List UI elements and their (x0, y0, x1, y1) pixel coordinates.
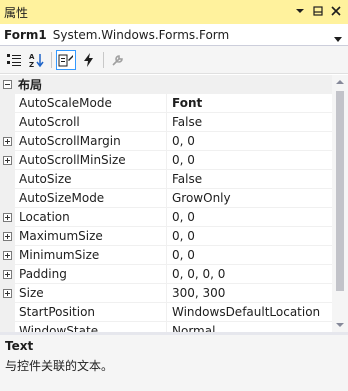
property-value[interactable]: 0, 0 (167, 227, 332, 246)
property-value[interactable]: 0, 0 (167, 208, 332, 227)
collapse-icon[interactable] (3, 80, 12, 89)
property-value[interactable]: False (167, 113, 332, 132)
property-name: WindowState (15, 322, 166, 332)
property-name: AutoScaleMode (15, 94, 166, 113)
expand-icon[interactable] (3, 156, 12, 165)
svg-text:Z: Z (29, 61, 34, 68)
categorized-icon[interactable] (4, 50, 24, 70)
property-row[interactable]: Padding 0, 0, 0, 0 (0, 265, 332, 284)
property-name: AutoScroll (15, 113, 166, 132)
property-name: AutoScrollMargin (15, 132, 166, 151)
scroll-down-icon[interactable] (336, 323, 344, 327)
description-text: 与控件关联的文本。 (5, 359, 114, 373)
property-pages-icon[interactable] (108, 50, 128, 70)
scroll-up-icon[interactable] (336, 80, 344, 84)
property-toolbar: A Z (0, 46, 348, 74)
property-value[interactable]: 0, 0 (167, 246, 332, 265)
property-name: AutoSizeMode (15, 189, 166, 208)
panel-title: 属性 (4, 5, 29, 20)
close-icon[interactable] (328, 3, 344, 19)
expand-icon[interactable] (3, 270, 12, 279)
property-value[interactable]: 0, 0, 0, 0 (167, 265, 332, 284)
object-selector[interactable]: Form1 System.Windows.Forms.Form (0, 24, 348, 46)
alphabetical-icon[interactable]: A Z (27, 50, 47, 70)
property-row[interactable]: AutoScrollMargin 0, 0 (0, 132, 332, 151)
scroll-thumb[interactable] (336, 91, 344, 291)
pin-icon[interactable] (310, 3, 326, 19)
property-value[interactable]: 0, 0 (167, 132, 332, 151)
property-name: AutoScrollMinSize (15, 151, 166, 170)
property-row[interactable]: AutoScrollMinSize 0, 0 (0, 151, 332, 170)
property-row[interactable]: AutoSize False (0, 170, 332, 189)
description-title: Text (5, 339, 34, 353)
property-value[interactable]: 300, 300 (167, 284, 332, 303)
property-name: AutoSize (15, 170, 166, 189)
property-row[interactable]: MaximumSize 0, 0 (0, 227, 332, 246)
expand-icon[interactable] (3, 213, 12, 222)
property-name: MaximumSize (15, 227, 166, 246)
property-name: MinimumSize (15, 246, 166, 265)
property-value[interactable]: GrowOnly (167, 189, 332, 208)
property-name: Size (15, 284, 166, 303)
dropdown-icon[interactable] (292, 3, 308, 19)
property-name: Padding (15, 265, 166, 284)
object-type: System.Windows.Forms.Form (52, 27, 230, 42)
events-icon[interactable] (79, 50, 99, 70)
property-row[interactable]: MinimumSize 0, 0 (0, 246, 332, 265)
property-value[interactable]: Normal (167, 322, 332, 332)
expand-icon[interactable] (3, 232, 12, 241)
property-row[interactable]: WindowState Normal (0, 322, 332, 332)
expand-icon[interactable] (3, 289, 12, 298)
property-row[interactable]: AutoScroll False (0, 113, 332, 132)
description-pane: Text 与控件关联的文本。 (0, 335, 348, 391)
expand-icon[interactable] (3, 251, 12, 260)
property-row[interactable]: StartPosition WindowsDefaultLocation (0, 303, 332, 322)
property-value[interactable]: Font (167, 94, 332, 113)
vertical-scrollbar[interactable] (332, 75, 348, 332)
object-name: Form1 (4, 27, 47, 42)
property-value[interactable]: False (167, 170, 332, 189)
property-row[interactable]: AutoSizeMode GrowOnly (0, 189, 332, 208)
category-label: 布局 (18, 78, 43, 92)
property-row[interactable]: Location 0, 0 (0, 208, 332, 227)
properties-title-bar: 属性 (0, 0, 348, 24)
property-grid: 布局 AutoScaleMode Font AutoScroll False A… (0, 75, 348, 332)
property-name: StartPosition (15, 303, 166, 322)
property-value[interactable]: WindowsDefaultLocation (167, 303, 332, 322)
property-row[interactable]: Size 300, 300 (0, 284, 332, 303)
selector-dropdown-icon[interactable] (334, 32, 342, 46)
expand-icon[interactable] (3, 137, 12, 146)
category-layout[interactable]: 布局 (0, 75, 332, 94)
property-value[interactable]: 0, 0 (167, 151, 332, 170)
property-name: Location (15, 208, 166, 227)
svg-text:A: A (29, 53, 35, 61)
properties-icon[interactable] (56, 50, 76, 70)
property-row[interactable]: AutoScaleMode Font (0, 94, 332, 113)
